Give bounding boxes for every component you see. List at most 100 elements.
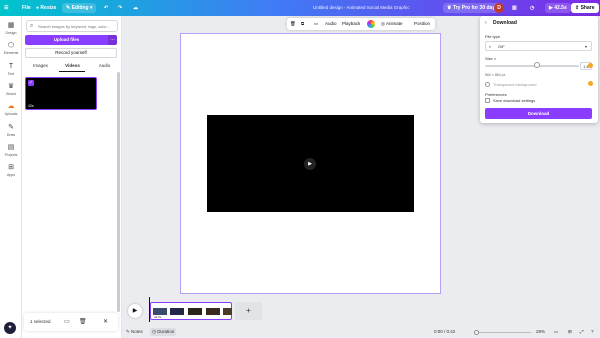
rail-apps[interactable]: ⊞ Apps (0, 164, 22, 177)
play-icon[interactable]: ▶ (304, 158, 316, 170)
download-title: Download (493, 20, 517, 26)
file-type-label: File type (485, 34, 501, 39)
selection-bar: 1 selected ▭ 🗑 ✕ (24, 313, 118, 331)
preferences-label: Preferences (485, 92, 507, 97)
rail-design[interactable]: ▦ Design (0, 22, 22, 35)
checkmark-icon[interactable]: ✓ (28, 80, 34, 86)
size-label: Size × (485, 56, 497, 61)
elements-icon: ⬡ (7, 42, 15, 49)
audio-icon[interactable]: ▭ (314, 20, 318, 28)
rail-text[interactable]: T Text (0, 63, 22, 76)
timeline-clip[interactable]: 42.5s (150, 302, 232, 320)
save-settings-label: Save download settings (493, 98, 536, 103)
magic-icon[interactable]: ✦ (4, 322, 16, 334)
size-slider-handle[interactable] (534, 62, 540, 68)
transparent-checkbox[interactable] (485, 82, 490, 87)
uploads-icon: ☁ (7, 103, 15, 110)
close-icon[interactable]: ✕ (103, 318, 108, 325)
text-icon: T (8, 63, 14, 70)
clip-duration: 42.5s (154, 315, 162, 319)
rail-elements[interactable]: ⬡ Elements (0, 42, 22, 55)
record-yourself-button[interactable]: Record yourself (25, 48, 117, 58)
grid-view-icon[interactable]: ⊞ (568, 328, 572, 336)
resize-button[interactable]: ● Resize (36, 3, 56, 13)
notes-button[interactable]: ✎ Notes (126, 328, 143, 336)
chart-icon[interactable]: ▥ (512, 3, 517, 13)
redo-icon[interactable]: ↷ (118, 3, 122, 13)
pages-icon[interactable]: ▭ (554, 328, 558, 336)
search-box[interactable]: ⌕ (26, 20, 118, 32)
download-button[interactable]: Download (485, 108, 592, 119)
comments-icon[interactable]: ◷ (530, 3, 534, 13)
clip-frame (170, 308, 184, 315)
file-menu[interactable]: File (22, 3, 31, 13)
rail-uploads[interactable]: ☁ Uploads (0, 103, 22, 116)
cloud-save-icon[interactable]: ☁ (133, 3, 138, 13)
brand-icon: ♛ (7, 83, 15, 90)
menu-icon[interactable]: ☰ (4, 3, 8, 13)
animate-button[interactable]: ◎ Animate (381, 20, 402, 28)
duration-button[interactable]: ◷ Duration (150, 328, 177, 336)
position-button[interactable]: Position (414, 20, 430, 28)
search-icon: ⌕ (30, 23, 34, 29)
avatar[interactable]: D (494, 3, 504, 13)
timeline-play-button[interactable]: ▶ (128, 304, 142, 318)
share-button[interactable]: ⇪ Share (571, 3, 599, 13)
chevron-down-icon: ▾ (585, 44, 588, 49)
thumb-duration: 42s (28, 104, 34, 108)
tab-images[interactable]: Images (24, 62, 57, 70)
zoom-level[interactable]: 29% (536, 328, 545, 336)
active-tab-indicator (59, 71, 85, 72)
uploads-panel: ⌕ Upload files … Record yourself Images … (22, 16, 122, 338)
clip-frame (153, 308, 167, 315)
fullscreen-icon[interactable]: ⤢ (580, 328, 584, 336)
playhead[interactable] (149, 297, 150, 322)
top-bar: ☰ File ● Resize ✎ Editing ▾ ↶ ↷ ☁ Untitl… (0, 0, 600, 16)
undo-icon[interactable]: ↶ (104, 3, 108, 13)
context-toolbar: 🗑 ⧉ ▭ Audio Playback ◎ Animate Position (287, 18, 435, 30)
zoom-slider[interactable] (475, 332, 531, 333)
pro-crown-icon (588, 81, 593, 86)
selection-count: 1 selected (30, 319, 51, 324)
playback-button[interactable]: Playback (342, 20, 360, 28)
upload-files-button[interactable]: Upload files (25, 35, 108, 45)
rail-projects[interactable]: ▤ Projects (0, 144, 22, 157)
tab-videos[interactable]: Videos (56, 62, 89, 70)
draw-icon: ✎ (8, 124, 14, 131)
add-page-button[interactable]: + (235, 302, 262, 320)
zoom-slider-handle[interactable] (474, 330, 479, 335)
more-options-icon[interactable]: … (108, 35, 117, 45)
size-dimensions: 864 × 864 px (485, 73, 506, 77)
projects-icon: ▤ (7, 144, 15, 151)
apps-icon: ⊞ (8, 164, 14, 171)
transparent-label: Transparent background (493, 82, 537, 87)
design-icon: ▦ (7, 22, 15, 29)
pro-crown-icon (588, 63, 593, 68)
download-panel: ‹ Download File type ◐ GIF ▾ Size × 1.6 … (480, 16, 598, 123)
clip-frame (223, 308, 232, 315)
clip-frame (206, 308, 220, 315)
present-button[interactable]: ▶ 42.5s (545, 3, 571, 13)
file-type-select[interactable]: ◐ GIF ▾ (485, 41, 592, 51)
panel-scrollbar[interactable] (117, 72, 120, 312)
editing-dropdown[interactable]: ✎ Editing ▾ (62, 3, 97, 13)
time-display: 0:00 / 0:42 (434, 329, 456, 334)
folder-icon[interactable]: ▭ (64, 318, 70, 325)
trash-icon[interactable]: 🗑 (79, 318, 87, 325)
color-icon[interactable] (367, 20, 375, 28)
video-thumbnail[interactable]: ✓ 42s (25, 77, 97, 110)
audio-button[interactable]: Audio (325, 20, 337, 28)
clip-frame (188, 308, 202, 315)
rail-brand[interactable]: ♛ Brand (0, 83, 22, 96)
tab-audio[interactable]: Audio (88, 62, 121, 70)
save-settings-checkbox[interactable] (485, 98, 490, 103)
crop-icon[interactable]: ⧉ (301, 20, 304, 28)
rail-draw[interactable]: ✎ Draw (0, 124, 22, 137)
delete-icon[interactable]: 🗑 (290, 20, 296, 28)
back-icon[interactable]: ‹ (485, 20, 487, 26)
design-title[interactable]: Untitled design - Animated Social Media … (313, 3, 410, 13)
footer-bar: ✎ Notes ◷ Duration 0:00 / 0:42 29% ▭ ⊞ ⤢… (122, 327, 600, 338)
help-icon[interactable]: ? (591, 328, 594, 336)
size-slider[interactable] (485, 65, 579, 67)
search-input[interactable] (38, 22, 116, 30)
